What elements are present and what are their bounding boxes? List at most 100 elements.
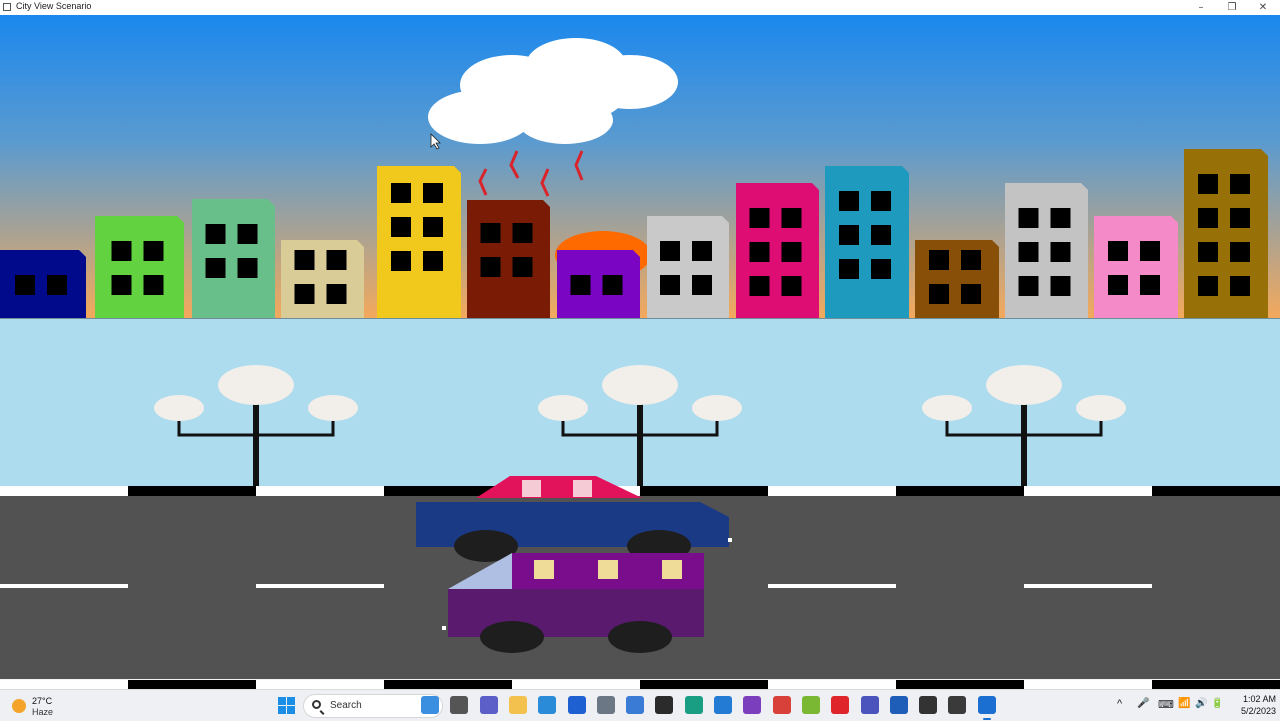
building-window: [326, 284, 347, 304]
bus-wheel: [608, 621, 672, 653]
curb-segment: [384, 680, 512, 689]
building-pink: [1094, 216, 1178, 318]
building-window: [781, 208, 802, 228]
building-navy: [0, 250, 86, 318]
app-window-icon: [3, 3, 11, 11]
building-window: [326, 250, 347, 270]
minimize-button[interactable]: –: [1186, 0, 1216, 15]
building-body: [192, 199, 275, 318]
word-icon[interactable]: [890, 696, 908, 714]
building-window: [143, 275, 164, 295]
building-window: [15, 275, 35, 295]
search-icon: [312, 700, 321, 709]
building-window: [111, 275, 132, 295]
bus-headlight: [442, 626, 446, 630]
building-body: [915, 240, 999, 318]
building-window: [749, 208, 770, 228]
volume-icon[interactable]: 🔊: [1195, 698, 1207, 709]
maximize-button[interactable]: ❐: [1217, 0, 1247, 15]
building-window: [871, 259, 891, 279]
building-window: [1230, 174, 1250, 194]
curb-segment: [256, 486, 384, 496]
curb-segment: [1024, 680, 1152, 689]
curb-segment: [1152, 680, 1280, 689]
window-title-bar[interactable]: City View Scenario – ❐ ✕: [0, 0, 1280, 16]
building-window: [929, 284, 949, 304]
teams-icon[interactable]: [861, 696, 879, 714]
widgets-icon[interactable]: [421, 696, 439, 714]
app-grid-icon[interactable]: [773, 696, 791, 714]
photos-icon[interactable]: [538, 696, 556, 714]
start-button[interactable]: [278, 697, 295, 714]
building-body: [736, 183, 819, 318]
building-window: [237, 258, 258, 278]
close-button[interactable]: ✕: [1248, 0, 1278, 15]
building-olive: [1184, 149, 1268, 318]
tray-overflow-chevron-icon[interactable]: ^: [1117, 698, 1122, 710]
curb-segment: [128, 486, 256, 496]
weather-temperature: 27°C: [32, 696, 53, 706]
opera-icon[interactable]: [831, 696, 849, 714]
lane-dash: [1024, 584, 1152, 588]
microphone-icon[interactable]: 🎤: [1137, 698, 1149, 709]
terminal-icon[interactable]: [655, 696, 673, 714]
edge-icon[interactable]: [685, 696, 703, 714]
building-purple: [557, 250, 640, 318]
building-body: [377, 166, 461, 318]
vscode-icon[interactable]: [714, 696, 732, 714]
curb-segment: [256, 680, 384, 689]
building-window: [1230, 276, 1250, 296]
pycharm-icon[interactable]: [802, 696, 820, 714]
building-window: [839, 191, 859, 211]
lamp-pole: [253, 401, 259, 489]
teams-chat-icon[interactable]: [480, 696, 498, 714]
building-window: [961, 284, 981, 304]
curb-bottom: [0, 680, 1280, 689]
task-view-icon[interactable]: [450, 696, 468, 714]
curb-segment: [1152, 486, 1280, 496]
building-window: [1050, 242, 1071, 262]
car-window: [573, 480, 592, 497]
lamp-pole: [637, 401, 643, 489]
visual-studio-icon[interactable]: [743, 696, 761, 714]
lamp-globe: [1076, 395, 1126, 421]
keyboard-icon[interactable]: ⌨: [1158, 698, 1174, 711]
weather-widget[interactable]: 27°C Haze: [10, 694, 70, 718]
building-window: [1140, 241, 1160, 261]
building-window: [1230, 208, 1250, 228]
building-maroon: [467, 200, 550, 318]
curb-segment: [0, 486, 128, 496]
console-icon[interactable]: [948, 696, 966, 714]
curb-segment: [768, 680, 896, 689]
curb-segment: [640, 486, 768, 496]
bus-window: [598, 560, 618, 579]
building-brown: [915, 240, 999, 318]
building-window: [205, 258, 226, 278]
settings-icon[interactable]: [597, 696, 615, 714]
taskbar: 27°C Haze Search ^ 🎤 ⌨ 📶 🔊 🔋 1:02 AM 5/2…: [0, 689, 1280, 721]
building-window: [660, 241, 680, 261]
building-window: [871, 191, 891, 211]
building-window: [423, 183, 443, 203]
building-magenta: [736, 183, 819, 318]
building-body: [1005, 183, 1088, 318]
vs-code-alt-icon[interactable]: [568, 696, 586, 714]
building-body: [557, 250, 640, 318]
bus-window: [662, 560, 682, 579]
building-window: [749, 276, 770, 296]
lamp-globe: [602, 365, 678, 405]
obs-icon[interactable]: [919, 696, 937, 714]
battery-icon[interactable]: 🔋: [1211, 698, 1223, 709]
building-body: [467, 200, 550, 318]
file-explorer-icon[interactable]: [509, 696, 527, 714]
building-window: [480, 257, 501, 277]
lamp-pole: [1021, 401, 1027, 489]
curb-segment: [896, 486, 1024, 496]
notepad-icon[interactable]: [626, 696, 644, 714]
taskbar-clock[interactable]: 1:02 AM 5/2/2023: [1226, 693, 1276, 717]
wifi-icon[interactable]: 📶: [1178, 698, 1190, 709]
lane-dash: [768, 584, 896, 588]
running-app-icon[interactable]: [978, 696, 996, 720]
building-body: [1184, 149, 1268, 318]
building-window: [237, 224, 258, 244]
